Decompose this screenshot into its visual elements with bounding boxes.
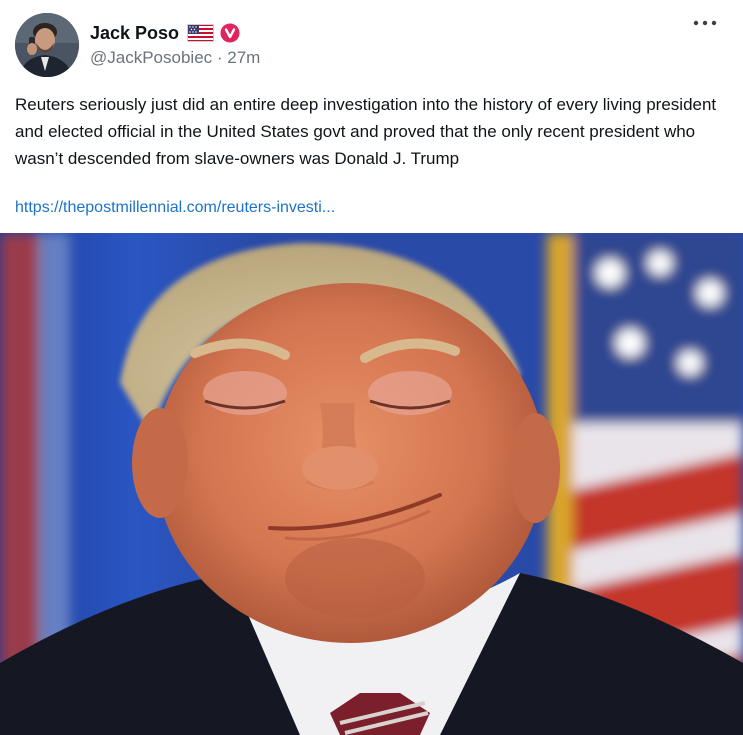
- avatar-image: [15, 13, 79, 77]
- more-options-button[interactable]: [689, 10, 721, 36]
- post-card: Jack Poso @JackPosobiec · 27m Reuters se…: [0, 0, 743, 735]
- more-horizontal-icon: [693, 20, 717, 26]
- avatar[interactable]: [15, 13, 79, 77]
- author-display-name[interactable]: Jack Poso: [90, 23, 179, 44]
- author-handle[interactable]: @JackPosobiec: [90, 48, 212, 67]
- meta-separator: ·: [212, 48, 228, 67]
- post-header: Jack Poso @JackPosobiec · 27m: [90, 20, 260, 68]
- post-timestamp[interactable]: 27m: [227, 48, 260, 67]
- author-name-row: Jack Poso: [90, 20, 260, 46]
- author-meta-row: @JackPosobiec · 27m: [90, 48, 260, 68]
- post-link[interactable]: https://thepostmillennial.com/reuters-in…: [15, 195, 335, 221]
- post-text: Reuters seriously just did an entire dee…: [15, 95, 717, 168]
- post-media-image[interactable]: [0, 233, 743, 735]
- verified-badge-icon: [220, 23, 240, 43]
- us-flag-icon: [187, 24, 215, 42]
